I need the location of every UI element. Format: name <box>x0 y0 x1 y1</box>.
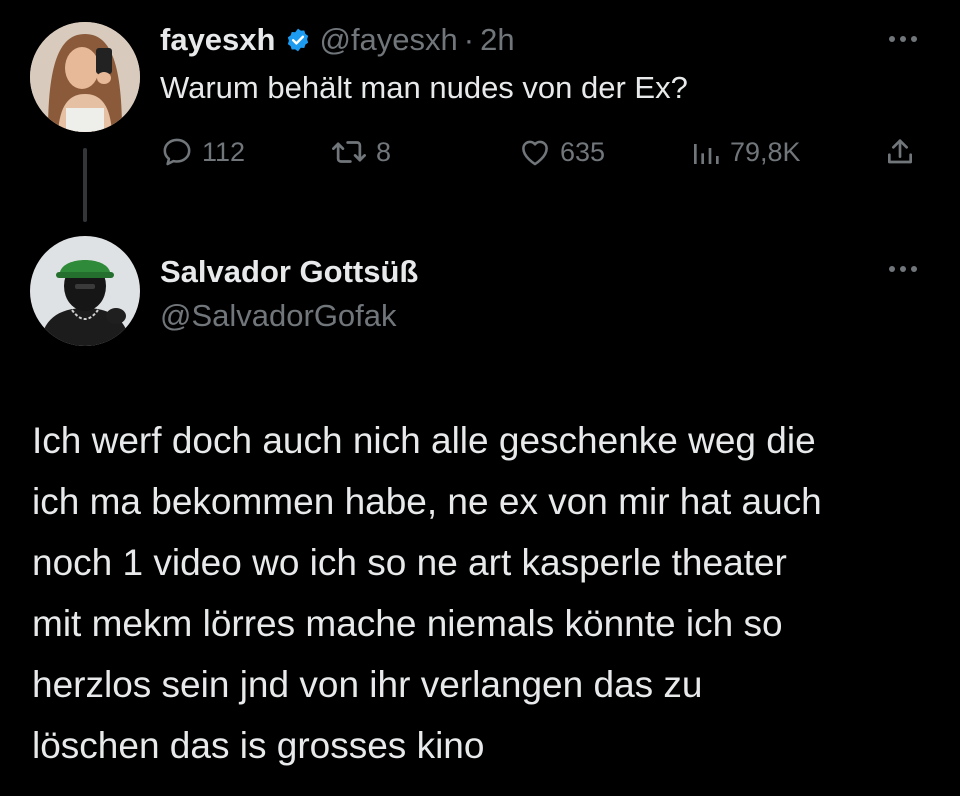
reply-text-line: Ich werf doch auch nich alle geschenke w… <box>32 420 816 461</box>
retweet-button[interactable]: 8 <box>330 132 391 172</box>
reply-bubble-icon <box>160 135 194 169</box>
views-bar-chart-icon <box>690 135 722 169</box>
share-button[interactable] <box>884 132 916 172</box>
tweet-action-bar: 112 8 635 79,8K <box>160 132 930 172</box>
author-handle[interactable]: @fayesxh <box>319 20 457 60</box>
meta-separator: · <box>463 22 475 57</box>
verified-badge-icon <box>285 27 311 53</box>
reply-count: 112 <box>202 136 246 167</box>
reply-text-line: ich ma bekommen habe, ne ex von mir hat … <box>32 481 822 522</box>
reply-text-line: noch 1 video wo ich so ne art kasperle t… <box>32 542 787 583</box>
view-count: 79,8K <box>730 136 801 167</box>
thread-connector-line <box>83 148 87 222</box>
like-count: 635 <box>560 136 606 167</box>
author-display-name[interactable]: fayesxh <box>160 20 275 60</box>
reply-button[interactable]: 112 <box>160 132 245 172</box>
reply-text-line: löschen das is grosses kino <box>32 725 485 766</box>
share-upload-icon <box>884 135 916 169</box>
avatar-salvador[interactable] <box>30 236 140 346</box>
like-button[interactable]: 635 <box>518 132 605 172</box>
retweet-count: 8 <box>376 136 392 167</box>
reply-text-line: herzlos sein jnd von ihr verlangen das z… <box>32 664 703 705</box>
tweet-text: Warum behält man nudes von der Ex? <box>160 70 688 105</box>
reply-author-handle[interactable]: @SalvadorGofak <box>160 296 397 336</box>
avatar-fayesxh[interactable] <box>30 22 140 132</box>
retweet-icon <box>330 135 368 169</box>
more-dots-icon[interactable] <box>889 36 917 42</box>
heart-icon <box>518 135 552 169</box>
reply-text-line: mit mekm lörres mache niemals könnte ich… <box>32 603 783 644</box>
tweet-thread-view: fayesxh @fayesxh · 2h Warum behält man n… <box>0 0 960 796</box>
more-dots-icon[interactable] <box>889 266 917 272</box>
tweet-header: fayesxh @fayesxh · 2h <box>160 20 515 60</box>
reply-tweet-text: Ich werf doch auch nich alle geschenke w… <box>32 410 932 776</box>
views-button[interactable]: 79,8K <box>690 132 801 172</box>
tweet-timestamp[interactable]: 2h <box>480 20 514 60</box>
reply-author-display-name[interactable]: Salvador Gottsüß <box>160 252 418 292</box>
